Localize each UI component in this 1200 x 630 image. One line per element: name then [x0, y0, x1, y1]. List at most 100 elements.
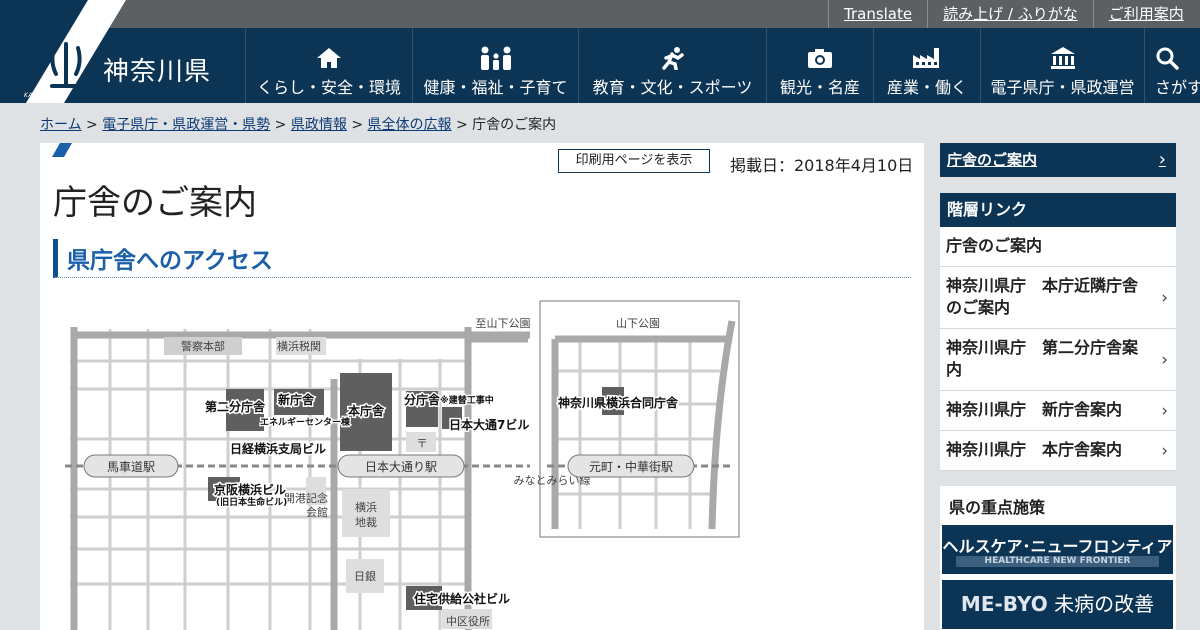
print-page-button[interactable]: 印刷用ページを表示 — [558, 149, 710, 173]
chevron-right-icon: › — [1161, 400, 1168, 421]
hierarchy-item-label: 神奈川県庁 第二分庁舎案内 — [946, 338, 1139, 379]
map-label: 至山下公園 — [476, 317, 531, 330]
nav-item-label: 健康・福祉・子育て — [423, 78, 568, 97]
breadcrumb-current: 庁舎のご案内 — [472, 117, 557, 133]
breadcrumb-egov[interactable]: 電子県庁・県政運営・県勢 — [102, 117, 270, 133]
section-heading-text: 県庁舎へのアクセス — [67, 248, 273, 274]
factory-icon — [912, 46, 942, 70]
nav-item-label: くらし・安全・環境 — [256, 78, 401, 97]
section-heading: 県庁舎へのアクセス — [53, 239, 911, 278]
hierarchy-item[interactable]: 神奈川県庁 第二分庁舎案内 › — [940, 329, 1176, 391]
chevron-right-icon: › — [1161, 287, 1168, 308]
hierarchy-title: 階層リンク — [940, 193, 1176, 227]
read-aloud-link[interactable]: 読み上げ / ふりがな — [927, 0, 1093, 28]
map-label: 中区役所 — [446, 614, 490, 628]
house-icon — [316, 46, 342, 70]
breadcrumb-separator: > — [346, 117, 368, 133]
map-label: 住宅供給公社ビル — [414, 591, 510, 606]
map-label: 京阪横浜ビル — [214, 482, 286, 497]
breadcrumb-separator: > — [81, 117, 103, 133]
nav-item-search[interactable]: さがす — [1144, 28, 1200, 103]
breadcrumb: ホーム > 電子県庁・県政運営・県勢 > 県政情報 > 県全体の広報 > 庁舎の… — [40, 114, 556, 134]
banner-brand: ME-BYO — [960, 592, 1048, 616]
map-label: 警察本部 — [181, 339, 225, 353]
hierarchy-links: 階層リンク 庁舎のご案内 神奈川県庁 本庁近隣庁舎のご案内 › 神奈川県庁 第二分… — [940, 193, 1176, 471]
map-label: 会館 — [306, 505, 328, 519]
current-page-link[interactable]: 庁舎のご案内 › — [940, 143, 1176, 177]
breadcrumb-separator: > — [270, 117, 291, 133]
hierarchy-item-label: 神奈川県庁 本庁近隣庁舎のご案内 — [946, 276, 1139, 317]
map-label: 新庁舎 — [278, 392, 315, 407]
nav-item-label: 観光・名産 — [779, 78, 860, 97]
chevron-right-icon: › — [1161, 440, 1168, 461]
map-label: 横浜 — [355, 500, 377, 514]
breadcrumb-separator: > — [451, 117, 473, 133]
map-label: 日経横浜支局ビル — [230, 441, 326, 456]
banner-text: 未病の改善 — [1054, 592, 1155, 616]
chevron-right-icon: › — [1161, 349, 1168, 370]
family-icon — [478, 46, 514, 70]
logo-text: 神奈川県 — [103, 57, 212, 87]
nav-item-label: 電子県庁・県政運営 — [990, 78, 1135, 97]
hierarchy-item[interactable]: 神奈川県庁 本庁近隣庁舎のご案内 › — [940, 267, 1176, 329]
map-label: 日本大通7ビル — [449, 417, 529, 432]
camera-icon — [807, 46, 833, 70]
breadcrumb-home[interactable]: ホーム — [40, 117, 82, 133]
banner-subtitle: HEALTHCARE NEW FRONTIER — [956, 556, 1159, 567]
nav-item-label: 教育・文化・スポーツ — [592, 78, 753, 97]
mebyo-banner[interactable]: ME-BYO 未病の改善 — [942, 580, 1173, 629]
nav-item-egov[interactable]: 電子県庁・県政運営 — [980, 28, 1144, 103]
map-label: (旧日本生命ビル) — [216, 496, 287, 508]
utility-links: Translate 読み上げ / ふりがな ご利用案内 — [828, 0, 1199, 28]
access-map: 警察本部 横浜税関 至山下公園 山下公園 みなとみらい線 開港記念 会館 横浜 … — [65, 300, 740, 630]
focus-policies: 県の重点施策 ヘルスケア･ニューフロンティア HEALTHCARE NEW FR… — [940, 486, 1176, 630]
station-label: 元町・中華街駅 — [589, 459, 673, 474]
map-label: ※建替工事中 — [440, 394, 494, 406]
hierarchy-item-label: 神奈川県庁 本庁舎案内 — [946, 440, 1123, 459]
logo-subtext: KANAGAWA — [24, 92, 64, 99]
chevron-right-icon: › — [1158, 149, 1166, 170]
breadcrumb-info[interactable]: 県政情報 — [291, 117, 347, 133]
map-label: 日銀 — [354, 569, 376, 583]
map-label: 山下公園 — [616, 317, 660, 330]
nav-item-label: さがす — [1155, 78, 1200, 97]
map-label: 神奈川県横浜合同庁舎 — [558, 395, 679, 410]
healthcare-frontier-banner[interactable]: ヘルスケア･ニューフロンティア HEALTHCARE NEW FRONTIER — [942, 525, 1173, 574]
runner-icon — [660, 46, 686, 70]
sidebar: 庁舎のご案内 › 階層リンク 庁舎のご案内 神奈川県庁 本庁近隣庁舎のご案内 › … — [940, 143, 1176, 630]
publish-date: 掲載日：2018年4月10日 — [730, 156, 914, 175]
hierarchy-item[interactable]: 神奈川県庁 新庁舎案内 › — [940, 391, 1176, 431]
translate-link[interactable]: Translate — [828, 0, 927, 28]
station-motomachi: 元町・中華街駅 — [567, 454, 695, 478]
breadcrumb-pr[interactable]: 県全体の広報 — [368, 117, 452, 133]
nav-item-life[interactable]: くらし・安全・環境 — [245, 28, 412, 103]
hierarchy-item[interactable]: 庁舎のご案内 — [940, 227, 1176, 267]
nav-menu: くらし・安全・環境 健康・福祉・子育て 教育・文化・スポーツ 観光・名産 産業・… — [245, 28, 1200, 103]
map-label: 分庁舎 — [404, 392, 441, 407]
map-label: 〒 — [417, 437, 428, 450]
hierarchy-item-label: 神奈川県庁 新庁舎案内 — [946, 400, 1123, 419]
corner-accent — [52, 143, 72, 157]
station-bashamichi: 馬車道駅 — [83, 454, 179, 478]
nav-item-industry[interactable]: 産業・働く — [873, 28, 980, 103]
nav-item-health[interactable]: 健康・福祉・子育て — [412, 28, 578, 103]
station-nihon-odori: 日本大通り駅 — [337, 454, 465, 478]
map-label: エネルギーセンター棟 — [260, 416, 351, 428]
map-label: 第二分庁舎 — [205, 399, 266, 414]
map-label: 横浜税関 — [277, 339, 321, 353]
map-label: 本庁舎 — [348, 403, 385, 418]
nav-item-label: 産業・働く — [886, 78, 967, 97]
station-label: 馬車道駅 — [107, 460, 155, 474]
page-title: 庁舎のご案内 — [53, 183, 257, 223]
main-content: 印刷用ページを表示 掲載日：2018年4月10日 庁舎のご案内 県庁舎へのアクセ… — [40, 143, 924, 630]
nav-item-education[interactable]: 教育・文化・スポーツ — [578, 28, 766, 103]
focus-title: 県の重点施策 — [949, 498, 1046, 517]
usage-guide-link[interactable]: ご利用案内 — [1092, 0, 1199, 28]
government-building-icon — [1050, 46, 1076, 70]
station-label: 日本大通り駅 — [365, 460, 437, 474]
nav-item-tourism[interactable]: 観光・名産 — [766, 28, 873, 103]
site-logo[interactable]: 神奈川県 KANAGAWA — [0, 0, 245, 103]
hierarchy-item[interactable]: 神奈川県庁 本庁舎案内 › — [940, 431, 1176, 471]
search-icon — [1155, 46, 1179, 70]
hierarchy-item-label: 庁舎のご案内 — [946, 236, 1043, 255]
